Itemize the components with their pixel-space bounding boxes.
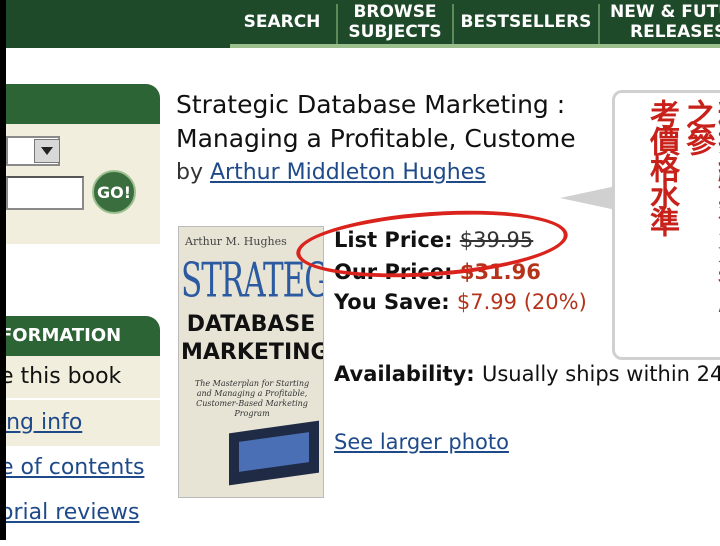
nav-divider <box>598 4 600 44</box>
by-label: by <box>176 160 210 185</box>
info-item-table-of-contents[interactable]: e of contents <box>6 446 160 490</box>
you-save: You Save: $7.99 (20%) <box>334 290 587 314</box>
chevron-down-icon <box>41 147 53 155</box>
nav-browse-line1: BROWSE <box>353 2 437 22</box>
callout-text-column-1: 精打細算消費者心中之參 <box>680 99 720 342</box>
nav-new-line2: RELEASES <box>630 22 720 42</box>
nav-divider <box>452 4 454 44</box>
nav-new-line1: NEW & FUTU <box>610 2 720 22</box>
go-button[interactable]: GO! <box>92 170 136 214</box>
nav-new-future-releases[interactable]: NEW & FUTU RELEASES <box>604 0 720 44</box>
cover-title-database-marketing: DATABASE MARKETING <box>181 312 324 365</box>
book-title-line2: Managing a Profitable, Custome <box>176 124 576 153</box>
availability: Availability: Usually ships within 24 <box>334 362 720 386</box>
info-header-label: FORMATION <box>6 325 122 346</box>
see-larger-photo-link[interactable]: See larger photo <box>334 430 509 454</box>
cover-subtitle: The Masterplan for Starting and Managing… <box>194 379 310 418</box>
byline: by Arthur Middleton Hughes <box>176 160 486 185</box>
availability-label: Availability: <box>334 362 482 386</box>
nav-browse-subjects[interactable]: BROWSE SUBJECTS <box>340 0 450 44</box>
select-arrow-button[interactable] <box>34 139 60 163</box>
info-item-about-book[interactable]: e this book <box>6 356 160 398</box>
callout-pointer <box>560 186 616 210</box>
author-link[interactable]: Arthur Middleton Hughes <box>210 160 486 185</box>
nav-bestsellers-label: BESTSELLERS <box>460 12 592 32</box>
nav-underline <box>230 44 720 48</box>
book-cover-image[interactable]: Arthur M. Hughes STRATEGIC DATABASE MARK… <box>178 226 324 498</box>
info-item-label: e this book <box>6 364 122 389</box>
you-save-label: You Save: <box>334 290 457 314</box>
search-panel: GO! <box>6 84 160 244</box>
you-save-value: $7.99 (20%) <box>456 290 587 314</box>
nav-search-label: SEARCH <box>243 12 321 32</box>
cover-author: Arthur M. Hughes <box>185 235 287 248</box>
callout-text-column-2: 考價格水準 <box>644 99 679 234</box>
search-input[interactable] <box>6 176 84 210</box>
book-information-panel: FORMATION e this book ing info e of cont… <box>6 316 160 546</box>
search-panel-header <box>6 84 160 124</box>
nav-bestsellers[interactable]: BESTSELLERS <box>456 0 596 44</box>
nav-browse-line2: SUBJECTS <box>348 22 442 42</box>
info-item-label: ing info <box>6 410 83 435</box>
nav-divider <box>336 4 338 44</box>
nav-search[interactable]: SEARCH <box>232 0 332 44</box>
info-item-label: orial reviews <box>6 500 140 525</box>
annotation-callout: 精打細算消費者心中之參 考價格水準 <box>612 90 720 360</box>
cover-title-strategic: STRATEGIC <box>181 253 323 309</box>
info-panel-header: FORMATION <box>6 316 160 356</box>
availability-value: Usually ships within 24 <box>482 362 720 386</box>
book-title-line1: Strategic Database Marketing : <box>176 90 574 119</box>
info-item-label: e of contents <box>6 455 145 480</box>
top-navigation: SEARCH BROWSE SUBJECTS BESTSELLERS NEW &… <box>6 0 720 48</box>
info-item-ordering-info[interactable]: ing info <box>6 400 160 446</box>
info-item-editorial-reviews[interactable]: orial reviews <box>6 491 160 535</box>
